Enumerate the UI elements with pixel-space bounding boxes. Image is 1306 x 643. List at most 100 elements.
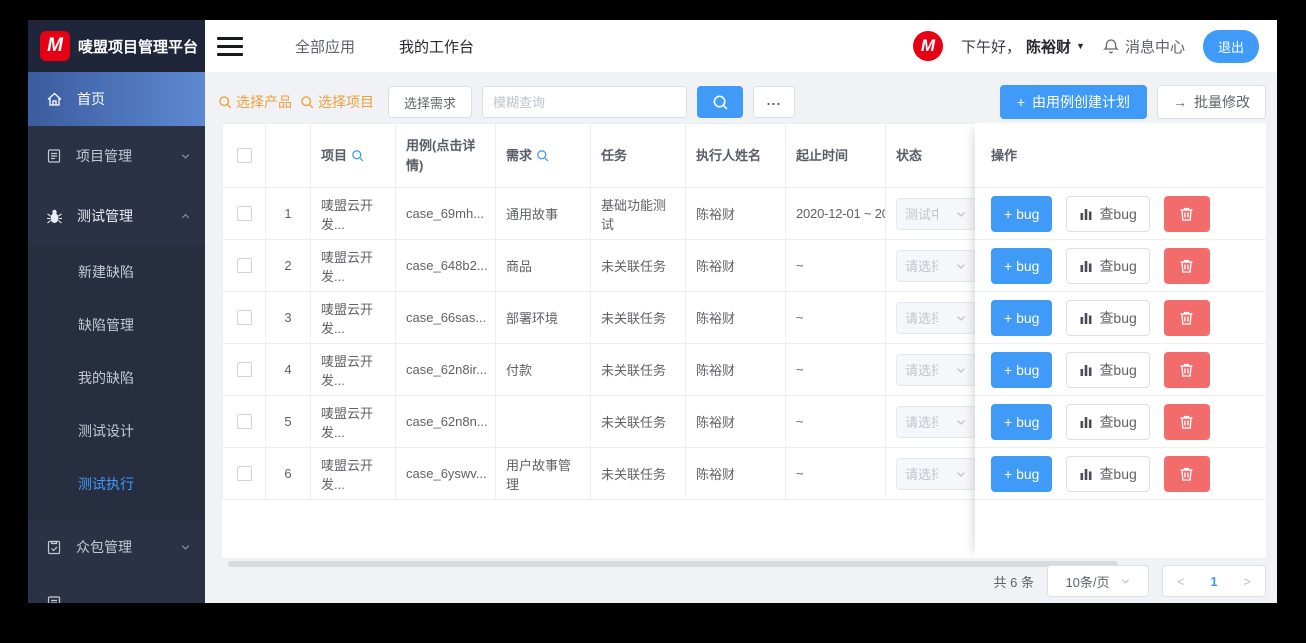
chevron-down-icon [1121, 578, 1129, 584]
view-bug-button[interactable]: 查bug [1066, 195, 1150, 232]
add-bug-button[interactable]: + bug [991, 247, 1053, 284]
status-select[interactable]: 请选择 [896, 301, 976, 334]
menu-toggle-icon[interactable] [217, 36, 243, 56]
task-cell: 未关联任务 [590, 239, 686, 292]
app-title: 唛盟项目管理平台 [78, 38, 199, 56]
search-icon [713, 95, 728, 110]
task-cell: 未关联任务 [590, 395, 686, 448]
message-center-link[interactable]: 消息中心 [1102, 36, 1185, 57]
bar-chart-icon [1080, 260, 1092, 272]
select-all-checkbox[interactable] [236, 148, 252, 163]
row-checkbox[interactable] [236, 466, 252, 481]
fuzzy-search-input[interactable] [482, 86, 688, 118]
row-checkbox[interactable] [236, 310, 252, 325]
usecase-cell[interactable]: case_69mh... [395, 187, 496, 240]
status-select[interactable]: 请选择 [896, 249, 976, 282]
row-index: 2 [265, 239, 311, 292]
usecase-cell[interactable]: case_66sas... [395, 291, 496, 344]
sidebar-item-crowdsourcing[interactable]: 众包管理 [28, 519, 205, 575]
select-product-link[interactable]: 选择产品 [218, 92, 292, 112]
delete-button[interactable] [1163, 351, 1210, 388]
usecase-cell[interactable]: case_648b2... [395, 239, 496, 292]
project-header: 项目 [310, 123, 396, 188]
delete-button[interactable] [1163, 403, 1210, 440]
add-bug-button[interactable]: + bug [991, 455, 1053, 492]
search-button[interactable] [697, 86, 744, 118]
sidebar-item-partial[interactable] [28, 575, 205, 603]
view-bug-button[interactable]: 查bug [1066, 247, 1150, 284]
index-header [265, 123, 311, 188]
arrow-right-icon: → [1173, 94, 1187, 110]
status-select[interactable]: 请选择 [896, 353, 976, 386]
row-checkbox[interactable] [236, 362, 252, 377]
view-bug-button[interactable]: 查bug [1066, 455, 1150, 492]
executor-cell: 陈裕财 [685, 447, 786, 500]
time-cell: ~ [785, 343, 886, 396]
status-select[interactable]: 请选择 [896, 457, 976, 490]
sidebar-item-test-mgmt[interactable]: 测试管理 [28, 186, 205, 246]
row-checkbox[interactable] [236, 258, 252, 273]
search-icon[interactable] [536, 149, 549, 162]
chevron-down-icon [180, 151, 191, 162]
select-project-link[interactable]: 选择项目 [300, 92, 374, 112]
total-count-label: 共 6 条 [993, 574, 1034, 590]
next-page-button[interactable]: > [1243, 574, 1251, 589]
delete-button[interactable] [1163, 455, 1210, 492]
status-select[interactable]: 请选择 [896, 405, 976, 438]
view-bug-button[interactable]: 查bug [1066, 299, 1150, 336]
select-requirement-button[interactable]: 选择需求 [388, 86, 473, 118]
task-cell: 未关联任务 [590, 291, 686, 344]
current-page[interactable]: 1 [1210, 574, 1217, 589]
add-bug-button[interactable]: + bug [991, 299, 1053, 336]
horizontal-scrollbar[interactable] [228, 561, 1118, 567]
trash-icon [1180, 311, 1193, 325]
requirement-cell: 通用故事 [495, 187, 591, 240]
nav-all-apps[interactable]: 全部应用 [295, 36, 355, 57]
top-nav: 全部应用 我的工作台 [295, 36, 474, 57]
requirement-cell: 付款 [495, 343, 591, 396]
task-cell: 未关联任务 [590, 343, 686, 396]
bell-icon [1102, 38, 1119, 53]
sidebar-item-home[interactable]: 首页 [28, 72, 205, 126]
add-bug-button[interactable]: + bug [991, 195, 1053, 232]
user-greeting-dropdown[interactable]: 下午好， 陈裕财 ▼ [961, 36, 1085, 57]
usecase-cell[interactable]: case_6yswv... [395, 447, 496, 500]
search-icon[interactable] [351, 149, 364, 162]
create-plan-button[interactable]: + 由用例创建计划 [999, 85, 1147, 119]
row-index: 5 [265, 395, 311, 448]
sidebar-item-defect-mgmt[interactable]: 缺陷管理 [28, 299, 205, 352]
status-select[interactable]: 测试中 [896, 197, 976, 230]
status-value: 测试中 [905, 207, 938, 222]
logout-button[interactable]: 退出 [1202, 29, 1259, 63]
trash-icon [1180, 467, 1193, 481]
view-bug-button[interactable]: 查bug [1066, 351, 1150, 388]
sidebar-item-test-execution[interactable]: 测试执行 [28, 458, 205, 511]
sidebar-item-my-defects[interactable]: 我的缺陷 [28, 352, 205, 405]
add-bug-button[interactable]: + bug [991, 403, 1053, 440]
sidebar-item-project-mgmt[interactable]: 项目管理 [28, 126, 205, 186]
delete-button[interactable] [1163, 247, 1210, 284]
user-avatar[interactable]: M [913, 31, 944, 61]
row-checkbox[interactable] [236, 206, 252, 221]
view-bug-button[interactable]: 查bug [1066, 403, 1150, 440]
username: 陈裕财 [1026, 38, 1072, 56]
delete-button[interactable] [1163, 195, 1210, 232]
row-index: 4 [265, 343, 311, 396]
page-size-select[interactable]: 10条/页 [1047, 565, 1149, 597]
usecase-cell[interactable]: case_62n8ir... [395, 343, 496, 396]
sidebar-item-new-defect[interactable]: 新建缺陷 [28, 246, 205, 299]
more-filters-button[interactable]: ... [753, 86, 796, 118]
delete-button[interactable] [1163, 299, 1210, 336]
usecase-cell[interactable]: case_62n8n... [395, 395, 496, 448]
row-checkbox[interactable] [236, 414, 252, 429]
view-bug-label: 查bug [1099, 465, 1137, 482]
add-bug-button[interactable]: + bug [991, 351, 1053, 388]
batch-edit-label: 批量修改 [1194, 94, 1250, 110]
batch-edit-button[interactable]: → 批量修改 [1157, 85, 1266, 119]
filter-links: 选择产品 选择项目 [218, 92, 374, 112]
time-cell: ~ [785, 395, 886, 448]
sidebar-item-test-design[interactable]: 测试设计 [28, 405, 205, 458]
nav-my-workbench[interactable]: 我的工作台 [399, 36, 474, 57]
operations-header: 操作 [975, 123, 1266, 188]
prev-page-button[interactable]: < [1177, 574, 1185, 589]
